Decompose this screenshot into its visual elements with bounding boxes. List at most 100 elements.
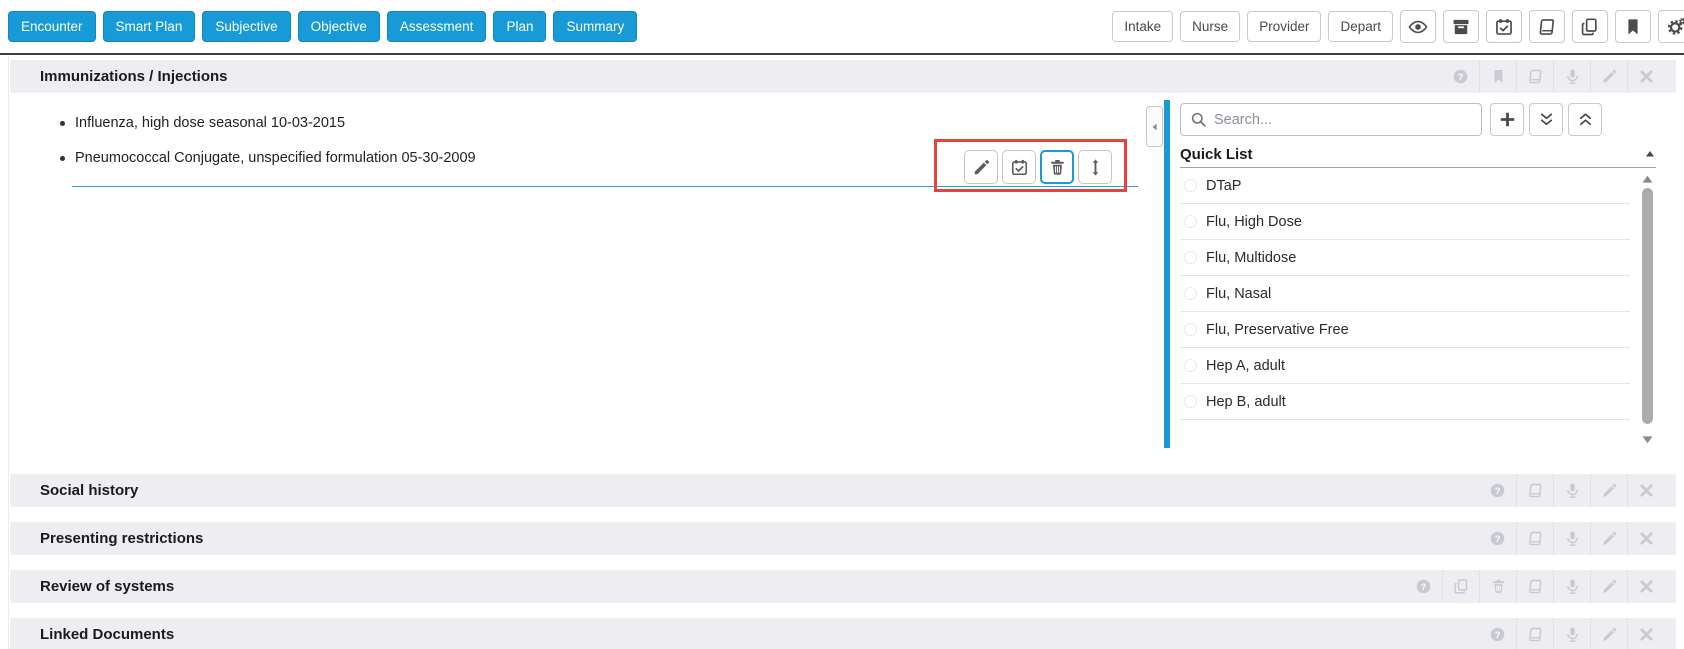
- search-input[interactable]: [1214, 112, 1472, 128]
- copy-icon[interactable]: [1572, 10, 1608, 43]
- top-toolbar: Encounter Smart Plan Subjective Objectiv…: [0, 0, 1684, 55]
- close-icon[interactable]: [1627, 570, 1664, 603]
- triangle-down-icon: [1640, 432, 1655, 447]
- trash-icon: [1048, 158, 1067, 177]
- section-header-actions: [1405, 570, 1676, 603]
- quick-list-toolbar: [1490, 103, 1602, 136]
- delete-button[interactable]: [1040, 150, 1074, 184]
- expand-all-button[interactable]: [1529, 103, 1563, 136]
- close-icon[interactable]: [1627, 618, 1664, 649]
- microphone-icon[interactable]: [1553, 60, 1590, 93]
- search-icon: [1190, 111, 1207, 128]
- archive-icon[interactable]: [1443, 10, 1479, 43]
- chevrons-up-icon: [1576, 110, 1595, 129]
- scroll-up-button[interactable]: [1640, 172, 1655, 187]
- bookmark-icon[interactable]: [1479, 60, 1516, 93]
- calendar-check-icon: [1010, 158, 1029, 177]
- trash-icon[interactable]: [1479, 570, 1516, 603]
- immunization-list-item[interactable]: Pneumococcal Conjugate, unspecified form…: [60, 147, 476, 169]
- quick-list: DTaP Flu, High Dose Flu, Multidose Flu, …: [1180, 168, 1630, 420]
- collapse-all-button[interactable]: [1568, 103, 1602, 136]
- triangle-up-icon: [1640, 172, 1655, 187]
- pencil-icon[interactable]: [1590, 60, 1627, 93]
- stage-provider-button[interactable]: Provider: [1247, 11, 1321, 42]
- book-icon[interactable]: [1516, 474, 1553, 507]
- microphone-icon[interactable]: [1553, 522, 1590, 555]
- triangle-left-icon: [1150, 122, 1160, 132]
- quick-list-item-label: Hep A, adult: [1206, 358, 1285, 374]
- quick-list-item[interactable]: Hep B, adult: [1180, 384, 1630, 420]
- resize-button[interactable]: [1078, 150, 1112, 184]
- section-header-linked-documents: Linked Documents: [10, 618, 1676, 649]
- panel-collapse-button[interactable]: [1146, 106, 1163, 147]
- pencil-icon[interactable]: [1590, 522, 1627, 555]
- help-icon[interactable]: [1479, 522, 1516, 555]
- stage-nurse-button[interactable]: Nurse: [1180, 11, 1240, 42]
- quick-list-item[interactable]: Flu, High Dose: [1180, 204, 1630, 240]
- stage-intake-button[interactable]: Intake: [1112, 11, 1173, 42]
- microphone-icon[interactable]: [1553, 618, 1590, 649]
- section-header-review-of-systems: Review of systems: [10, 570, 1676, 603]
- triangle-up-icon: [1644, 148, 1656, 160]
- section-header-actions: [1479, 618, 1676, 649]
- calendar-check-icon[interactable]: [1486, 10, 1522, 43]
- scroll-down-button[interactable]: [1640, 432, 1655, 447]
- quick-list-item[interactable]: Flu, Preservative Free: [1180, 312, 1630, 348]
- quick-list-item-label: DTaP: [1206, 178, 1241, 194]
- quick-list-item[interactable]: DTaP: [1180, 168, 1630, 204]
- copy-icon[interactable]: [1442, 570, 1479, 603]
- nav-encounter-button[interactable]: Encounter: [8, 11, 96, 42]
- book-icon[interactable]: [1516, 618, 1553, 649]
- book-icon[interactable]: [1516, 522, 1553, 555]
- quick-list-collapse-toggle[interactable]: [1644, 148, 1656, 160]
- quick-list-title: Quick List: [1180, 146, 1253, 163]
- eye-icon[interactable]: [1400, 10, 1436, 43]
- quick-list-item[interactable]: Flu, Nasal: [1180, 276, 1630, 312]
- close-icon[interactable]: [1627, 474, 1664, 507]
- chart-section-nav: Encounter Smart Plan Subjective Objectiv…: [8, 11, 637, 42]
- pencil-icon[interactable]: [1590, 618, 1627, 649]
- gear-icon[interactable]: [1658, 10, 1684, 43]
- help-icon[interactable]: [1405, 570, 1442, 603]
- bullet-marker: [60, 121, 65, 126]
- add-item-button[interactable]: [1490, 103, 1524, 136]
- nav-summary-button[interactable]: Summary: [553, 11, 637, 42]
- nav-plan-button[interactable]: Plan: [493, 11, 546, 42]
- quick-list-item-label: Flu, Multidose: [1206, 250, 1296, 266]
- microphone-icon[interactable]: [1553, 474, 1590, 507]
- quick-list-item[interactable]: Flu, Multidose: [1180, 240, 1630, 276]
- book-icon[interactable]: [1516, 60, 1553, 93]
- administer-date-button[interactable]: [1002, 150, 1036, 184]
- nav-objective-button[interactable]: Objective: [298, 11, 380, 42]
- plus-icon: [1498, 110, 1517, 129]
- help-icon[interactable]: [1442, 60, 1479, 93]
- edit-button[interactable]: [964, 150, 998, 184]
- pencil-icon[interactable]: [1590, 474, 1627, 507]
- help-icon[interactable]: [1479, 618, 1516, 649]
- bookmark-icon[interactable]: [1615, 10, 1651, 43]
- close-icon[interactable]: [1627, 60, 1664, 93]
- item-circle-icon: [1184, 215, 1197, 228]
- nav-subjective-button[interactable]: Subjective: [202, 11, 290, 42]
- item-circle-icon: [1184, 395, 1197, 408]
- stage-depart-button[interactable]: Depart: [1328, 11, 1393, 42]
- nav-assessment-button[interactable]: Assessment: [387, 11, 487, 42]
- close-icon[interactable]: [1627, 522, 1664, 555]
- quick-list-item-label: Flu, High Dose: [1206, 214, 1302, 230]
- immunization-list-item[interactable]: Influenza, high dose seasonal 10-03-2015: [60, 112, 345, 134]
- toolbar-icon-buttons: [1400, 10, 1684, 43]
- nav-smart-plan-button[interactable]: Smart Plan: [103, 11, 196, 42]
- microphone-icon[interactable]: [1553, 570, 1590, 603]
- help-icon[interactable]: [1479, 474, 1516, 507]
- scrollbar-thumb[interactable]: [1642, 188, 1653, 424]
- book-icon[interactable]: [1516, 570, 1553, 603]
- ehr-encounter-page: Encounter Smart Plan Subjective Objectiv…: [0, 0, 1684, 649]
- resize-vertical-icon: [1086, 158, 1105, 177]
- selected-row-underline: [72, 186, 1138, 187]
- quick-list-item[interactable]: Hep A, adult: [1180, 348, 1630, 384]
- book-icon[interactable]: [1529, 10, 1565, 43]
- quick-list-item-label: Flu, Nasal: [1206, 286, 1271, 302]
- quick-list-search: [1180, 103, 1482, 136]
- immunization-row-actions: [964, 150, 1112, 184]
- pencil-icon[interactable]: [1590, 570, 1627, 603]
